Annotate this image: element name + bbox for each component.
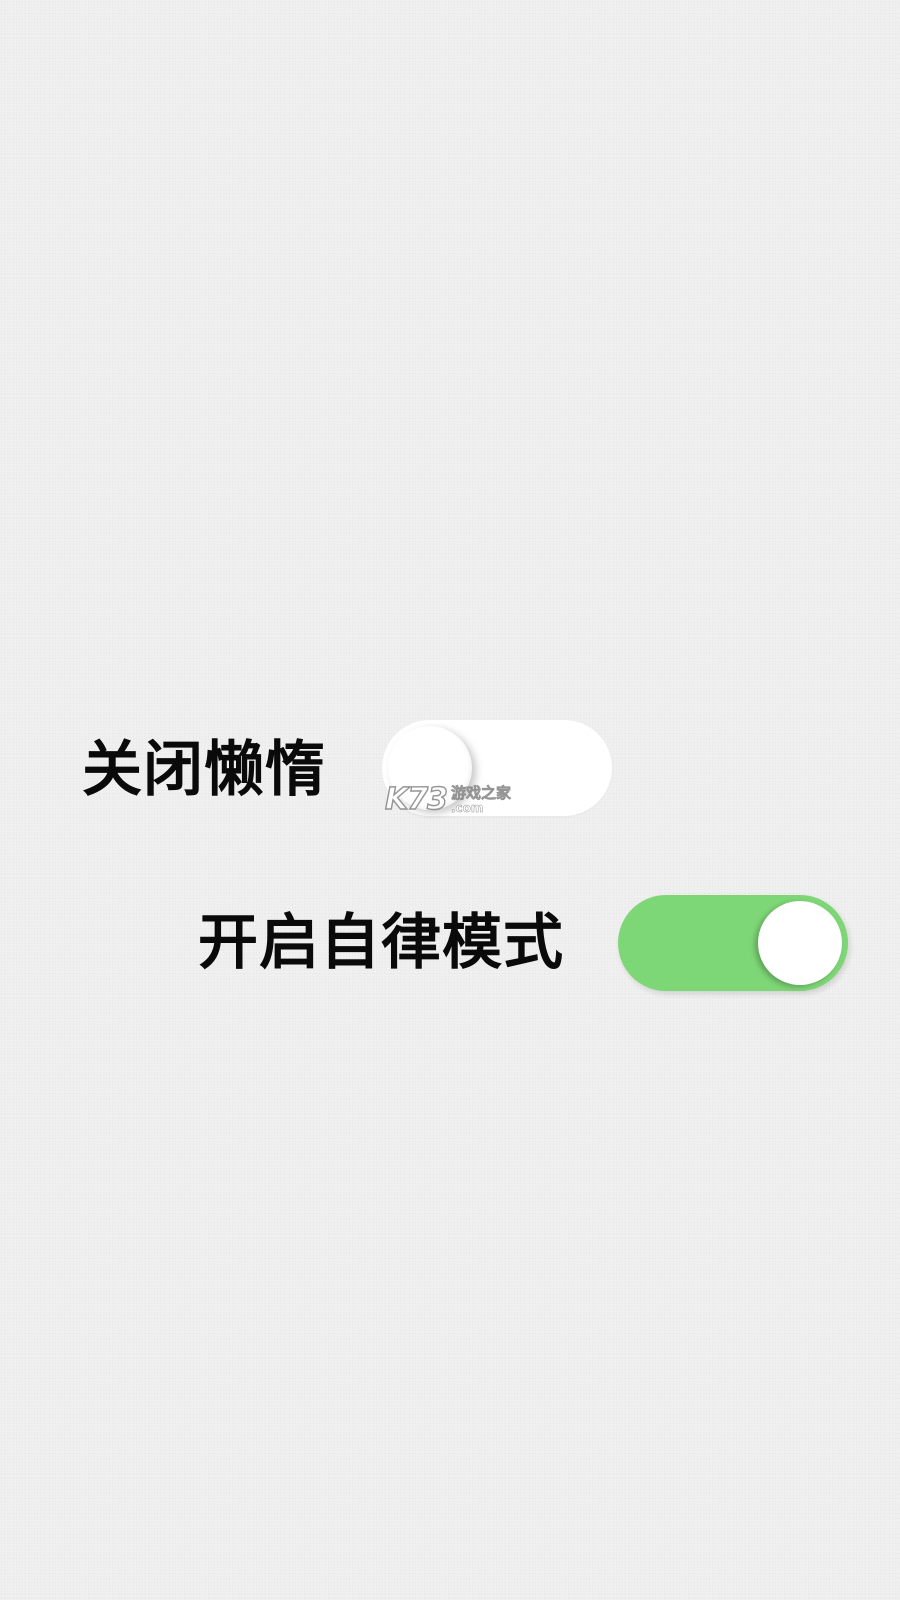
self-discipline-toggle[interactable] (618, 895, 848, 991)
watermark-logo: K73 (384, 782, 448, 817)
watermark: K73 游戏之家 .com (384, 782, 512, 817)
lazy-off-label: 关闭懒惰 (82, 735, 326, 805)
watermark-text-block: 游戏之家 .com (451, 784, 512, 815)
watermark-text: 游戏之家 (451, 784, 512, 802)
watermark-domain: .com (451, 801, 484, 815)
self-discipline-label: 开启自律模式 (198, 908, 564, 978)
toggle-knob (758, 901, 842, 985)
